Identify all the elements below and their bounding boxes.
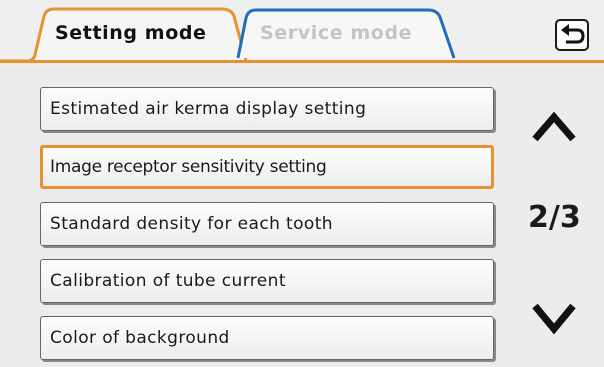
menu-item-image-receptor-sensitivity[interactable]: Image receptor sensitivity setting — [40, 145, 494, 189]
tab-setting-label: Setting mode — [55, 22, 207, 44]
setting-mode-screen: Setting mode Service mode Estimated air … — [0, 0, 604, 367]
tab-service-mode[interactable]: Service mode — [232, 0, 462, 64]
tab-service-label: Service mode — [260, 22, 413, 44]
back-button[interactable] — [555, 19, 589, 51]
menu-item-color-of-background[interactable]: Color of background — [40, 316, 494, 360]
return-arrow-icon — [561, 24, 585, 44]
chevron-up-icon — [532, 111, 576, 142]
chevron-down-icon — [532, 303, 576, 335]
menu-item-standard-density[interactable]: Standard density for each tooth — [40, 202, 494, 246]
menu-item-estimated-air-kerma[interactable]: Estimated air kerma display setting — [40, 87, 494, 131]
page-down-button[interactable] — [532, 302, 576, 338]
menu-item-calibration-tube-current[interactable]: Calibration of tube current — [40, 259, 494, 303]
page-up-button[interactable] — [532, 111, 576, 146]
page-indicator: 2/3 — [528, 200, 581, 235]
header-divider — [0, 60, 604, 63]
tab-setting-mode[interactable]: Setting mode — [0, 0, 250, 66]
header-bar: Setting mode Service mode — [0, 0, 604, 66]
